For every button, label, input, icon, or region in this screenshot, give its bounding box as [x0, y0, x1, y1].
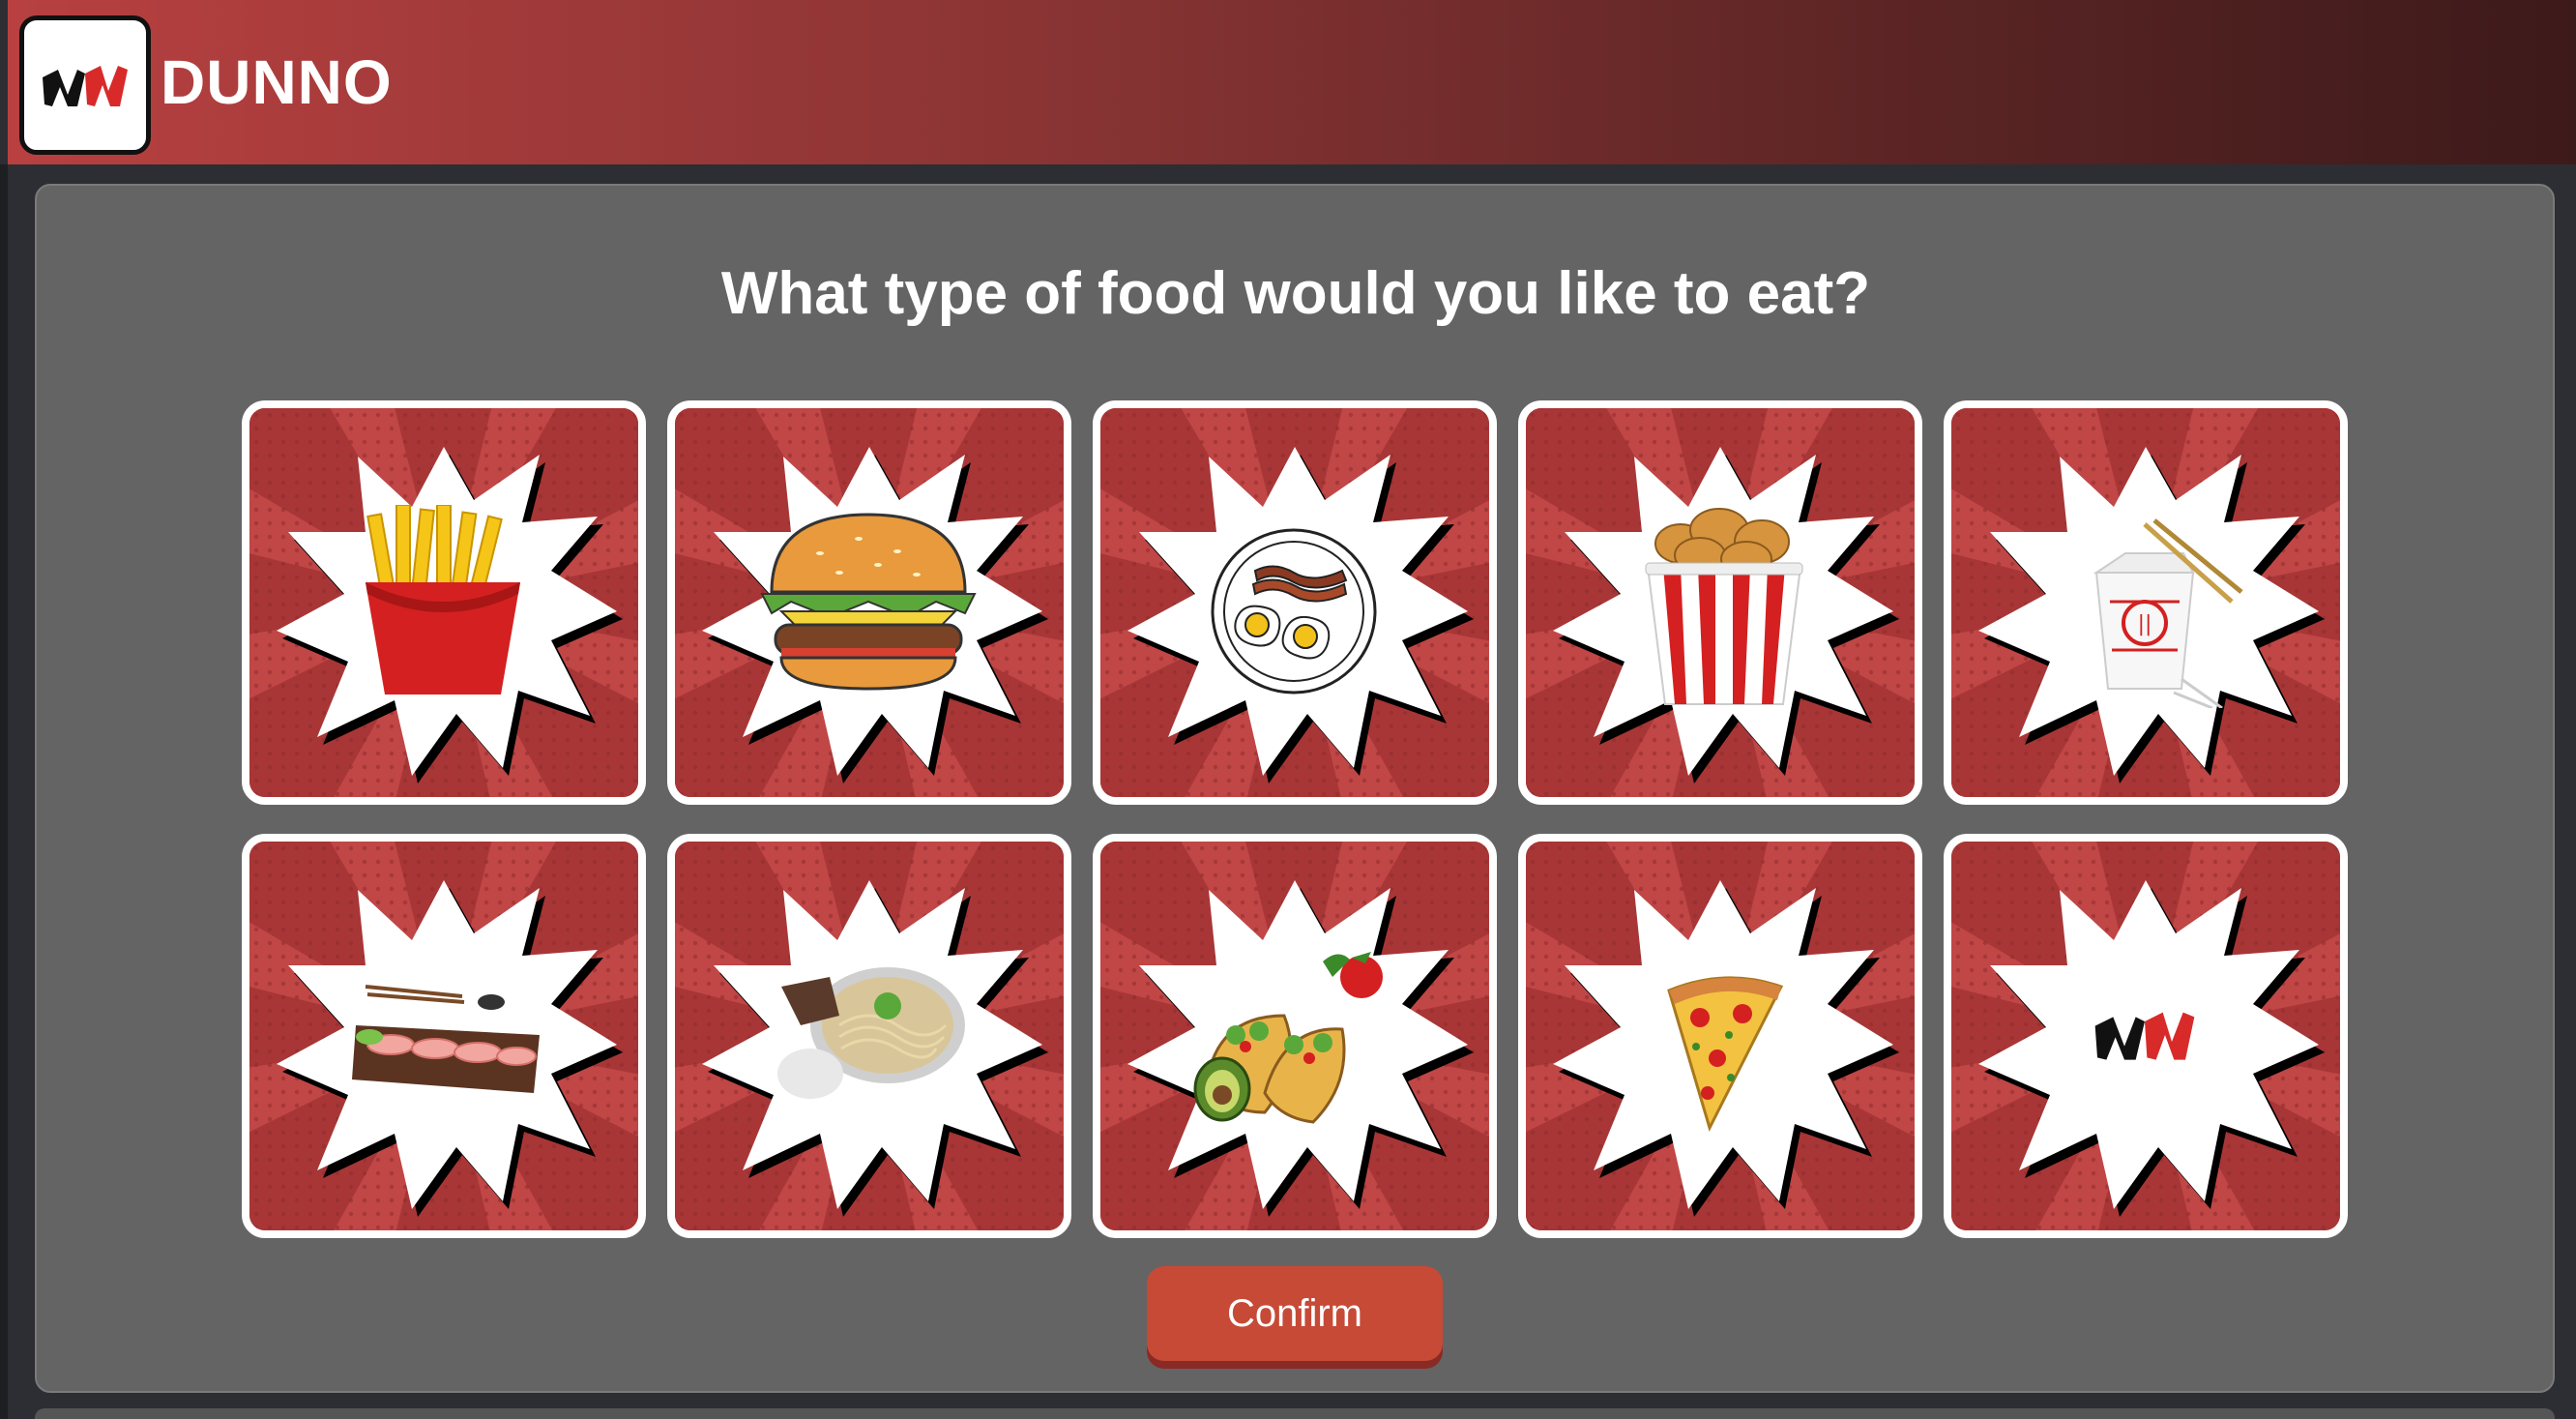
food-option-noodle-soup[interactable] — [667, 834, 1071, 1238]
food-option-fries[interactable] — [242, 400, 646, 805]
tacos-icon — [1193, 952, 1383, 1124]
food-option-fried-chicken[interactable] — [1518, 400, 1922, 805]
bottom-panel-edge — [35, 1408, 2555, 1419]
svg-text:||: || — [2138, 612, 2152, 636]
sushi-icon — [352, 985, 540, 1093]
food-option-dunno[interactable] — [1944, 834, 2348, 1238]
question-title: What type of food would you like to eat? — [720, 260, 1871, 327]
dunno-logo-icon — [43, 66, 128, 106]
app-logo[interactable] — [19, 15, 151, 155]
food-option-mexican[interactable] — [1093, 834, 1497, 1238]
fried-chicken-bucket-icon — [1645, 508, 1803, 705]
noodle-soup-icon — [777, 967, 965, 1099]
breakfast-plate-icon — [1211, 528, 1377, 695]
dunno-logo-icon — [2094, 1012, 2195, 1060]
app-header: DUNNO — [8, 0, 2576, 164]
food-option-chinese[interactable]: || — [1944, 400, 2348, 805]
pizza-slice-icon — [1667, 976, 1784, 1132]
window-edge — [0, 164, 8, 1419]
food-option-breakfast[interactable] — [1093, 400, 1497, 805]
chinese-takeout-icon: || — [2093, 518, 2243, 708]
food-option-burger[interactable] — [667, 400, 1071, 805]
french-fries-icon — [366, 505, 520, 695]
food-option-pizza[interactable] — [1518, 834, 1922, 1238]
app-name: DUNNO — [161, 47, 393, 117]
food-option-sushi[interactable] — [242, 834, 646, 1238]
confirm-button[interactable]: Confirm — [1147, 1266, 1443, 1361]
burger-icon — [760, 513, 977, 691]
